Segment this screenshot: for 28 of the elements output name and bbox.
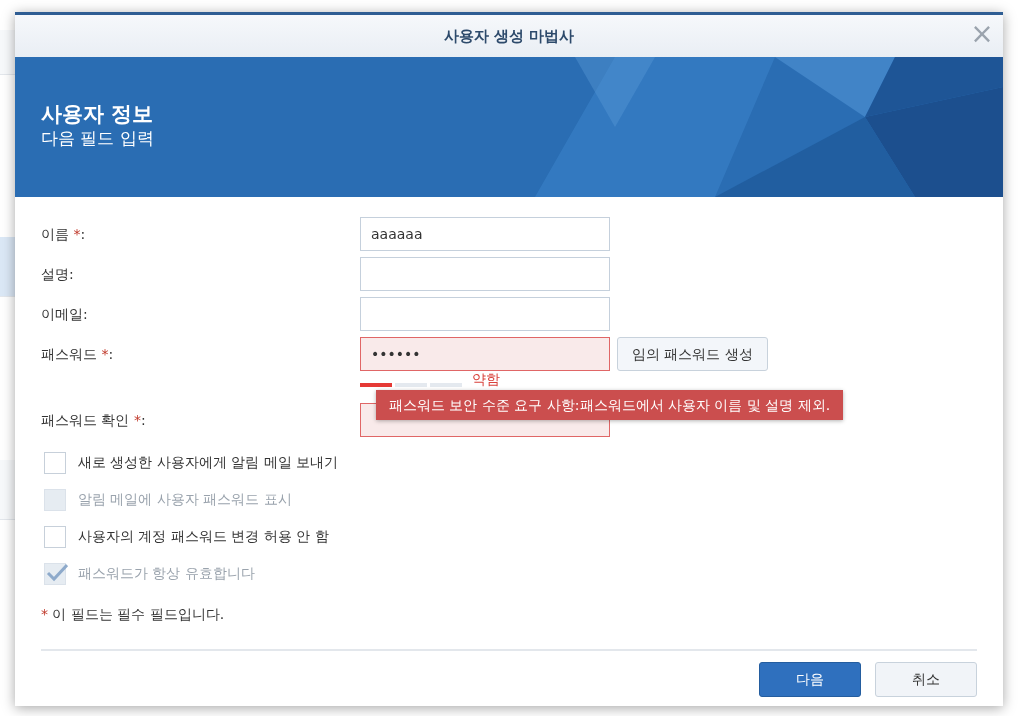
checkbox-label: 사용자의 계정 패스워드 변경 허용 안 함	[78, 527, 329, 546]
sidebar-item[interactable]	[0, 460, 15, 520]
check-icon	[46, 561, 68, 584]
sidebar-item[interactable]	[0, 237, 15, 297]
sidebar-item[interactable]	[0, 30, 15, 75]
checkbox-label: 패스워드가 항상 유효합니다	[78, 564, 255, 583]
next-button[interactable]: 다음	[759, 662, 861, 697]
field-label: 패스워드 *:	[41, 344, 114, 364]
dialog-title: 사용자 생성 마법사	[443, 25, 575, 47]
checkbox-label: 새로 생성한 사용자에게 알림 메일 보내기	[78, 453, 339, 472]
field-label: 이메일:	[41, 304, 88, 324]
generate-password-button[interactable]: 임의 패스워드 생성	[617, 337, 768, 371]
banner-title: 사용자 정보	[41, 101, 155, 127]
checkbox[interactable]	[44, 525, 66, 548]
input-field[interactable]: aaaaaa	[360, 217, 610, 251]
banner-subtitle: 다음 필드 입력	[41, 127, 155, 149]
input-field[interactable]: ••••••	[360, 337, 610, 371]
field-label: 패스워드 확인 *:	[41, 410, 146, 430]
field-label: 설명:	[41, 264, 74, 284]
strength-label: 약함	[472, 371, 500, 387]
checkbox-label: 알림 메일에 사용자 패스워드 표시	[78, 490, 292, 509]
field-label: 이름 *:	[41, 224, 86, 244]
input-field[interactable]	[360, 257, 610, 291]
error-tooltip: 패스워드 보안 수준 요구 사항:패스워드에서 사용자 이름 및 설명 제외.	[376, 390, 844, 420]
input-field[interactable]	[360, 297, 610, 331]
checkbox[interactable]	[44, 451, 66, 474]
required-note: * 이 필드는 필수 필드입니다.	[41, 605, 226, 624]
cancel-button[interactable]: 취소	[875, 662, 977, 697]
